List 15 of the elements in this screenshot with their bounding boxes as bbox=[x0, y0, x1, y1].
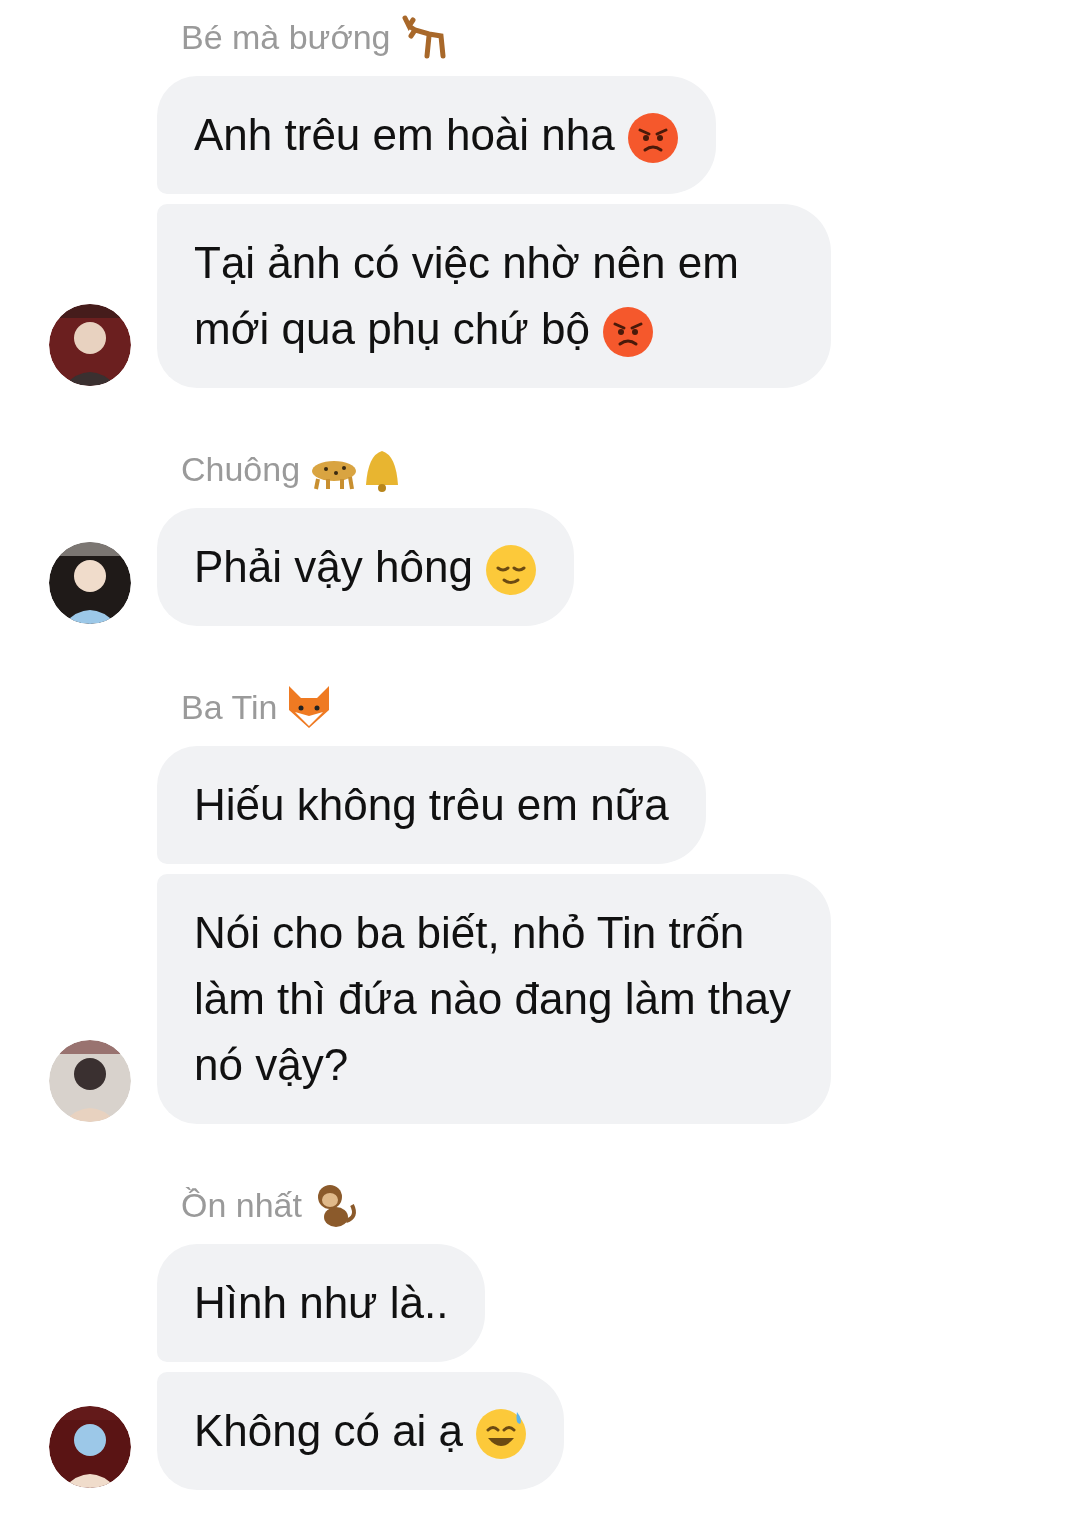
message-bubble: Không có ai ạ bbox=[157, 1372, 565, 1490]
message-bubble: Hiếu không trêu em nữa bbox=[157, 746, 706, 864]
angry-face-icon bbox=[626, 112, 679, 165]
message-bubble: Nói cho ba biết, nhỏ Tin trốn làm thì đứa nào đang làm thay nó vậy? bbox=[157, 874, 831, 1124]
sender-name: Ồn nhất bbox=[181, 1188, 302, 1222]
message-bubble: Anh trêu em hoài nha bbox=[157, 76, 716, 194]
message-bubble: Tại ảnh có việc nhờ nên em mới qua phụ chứ bộ bbox=[157, 204, 831, 388]
sender-name: Ba Tin bbox=[181, 690, 278, 724]
message-bubble: Hình như là.. bbox=[157, 1244, 486, 1362]
message-bubble: Phải vậy hông bbox=[157, 508, 574, 626]
smiling-face-icon bbox=[484, 544, 537, 597]
angry-face-icon bbox=[601, 306, 654, 359]
sweat-smile-icon bbox=[475, 1408, 528, 1461]
sender-name: Bé mà bướng bbox=[181, 20, 391, 54]
sender-name: Chuông bbox=[181, 452, 301, 486]
